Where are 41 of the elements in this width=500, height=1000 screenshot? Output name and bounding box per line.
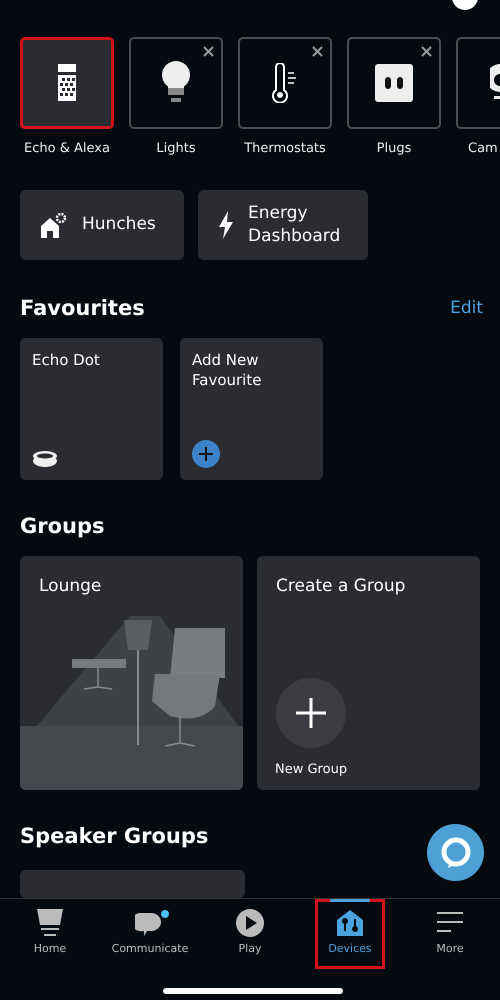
category-tile[interactable]: [20, 36, 114, 129]
menu-icon: [437, 912, 463, 934]
alexa-icon: [440, 836, 472, 868]
edit-link[interactable]: Edit: [450, 298, 483, 318]
group-card[interactable]: Lounge: [20, 556, 243, 790]
plus-icon: [192, 440, 220, 468]
speaker-icon: [56, 64, 78, 102]
nav-tab[interactable]: More: [415, 899, 485, 969]
close-icon[interactable]: [312, 46, 323, 57]
play-icon: [235, 908, 265, 938]
nav-tab[interactable]: Devices: [315, 899, 385, 969]
favourite-card[interactable]: Add New Favourite: [180, 338, 323, 480]
category-label: Lights: [156, 140, 196, 156]
favourite-card[interactable]: Echo Dot: [20, 338, 163, 480]
shortcut-button[interactable]: Energy Dashboard: [198, 190, 368, 260]
plug-icon: [375, 64, 413, 102]
category-label: Thermostats: [244, 140, 326, 156]
light-bulb-icon: [161, 60, 191, 105]
category-label: Plugs: [376, 140, 412, 156]
group-card[interactable]: Create a Group New Group: [257, 556, 480, 790]
category-label: Cam: [467, 140, 498, 156]
house-gear-icon: [40, 212, 68, 238]
section-title: Favourites: [20, 296, 145, 320]
plus-icon: [295, 696, 328, 729]
category-tile[interactable]: [129, 36, 223, 129]
lightning-icon: [218, 210, 234, 239]
close-icon[interactable]: [203, 46, 214, 57]
nav-tab[interactable]: Home: [15, 899, 85, 969]
section-title: Speaker Groups: [20, 824, 208, 848]
speaker-icon: [37, 909, 63, 937]
section-title: Groups: [20, 514, 105, 538]
group-title: Create a Group: [276, 576, 406, 596]
close-icon[interactable]: [421, 46, 432, 57]
house-icon: [337, 910, 363, 936]
nav-tab[interactable]: Play: [215, 899, 285, 969]
category-label: Echo & Alexa: [24, 140, 110, 156]
category-tile[interactable]: [238, 36, 332, 129]
group-title: Lounge: [39, 576, 102, 596]
shortcut-button[interactable]: Hunches: [20, 190, 184, 260]
echo-dot-icon: [32, 450, 58, 468]
category-tile[interactable]: [347, 36, 441, 129]
